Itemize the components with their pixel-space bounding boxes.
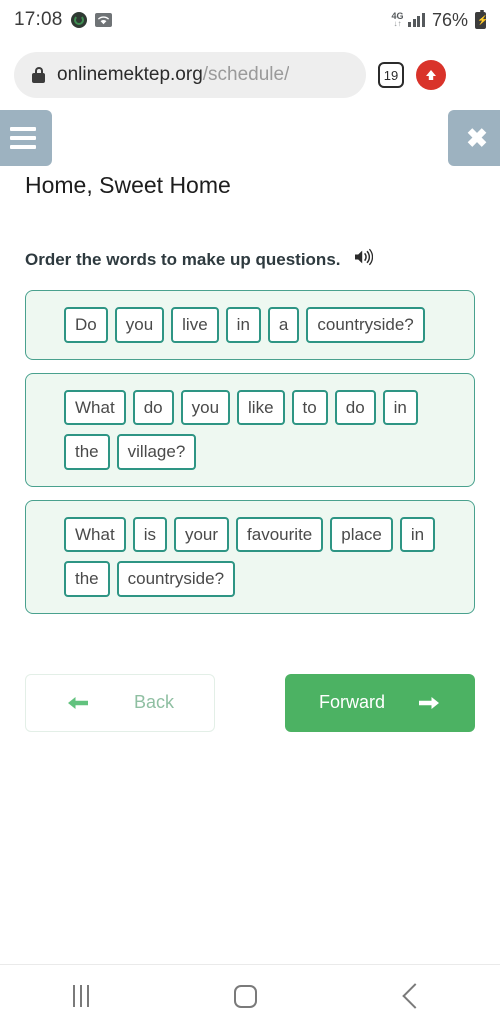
forward-button[interactable]: Forward: [285, 673, 475, 732]
forward-arrow-icon: [415, 695, 441, 711]
task-instruction-row: Order the words to make up questions.: [25, 248, 475, 271]
status-bar-right: 4G ↓↑ 76%: [391, 9, 486, 31]
signal-bars-icon: [408, 13, 425, 27]
word-groups-container: Do you live in a countryside? What do you like to d…: [25, 290, 475, 614]
word-chip[interactable]: to: [291, 389, 328, 426]
word-card: What do you like to do in the village?: [25, 372, 475, 487]
forward-button-label: Forward: [318, 692, 385, 713]
word-chip[interactable]: What: [64, 389, 126, 426]
word-chip[interactable]: the: [64, 434, 110, 470]
word-chip[interactable]: like: [237, 389, 285, 426]
page-title: Home, Sweet Home: [25, 172, 231, 198]
app-header: ✖: [0, 110, 500, 172]
opera-upload-icon[interactable]: [416, 60, 446, 90]
word-chip[interactable]: you: [114, 307, 165, 343]
recents-icon[interactable]: [72, 985, 89, 1007]
url-domain: onlinemektep.org: [57, 64, 203, 85]
url-text: onlinemektep.org/schedule/: [57, 64, 289, 86]
word-chip[interactable]: countryside?: [116, 561, 236, 597]
hamburger-menu-button[interactable]: [0, 110, 52, 166]
android-status-bar: 17:08 4G ↓↑ 76%: [0, 0, 500, 40]
word-chip[interactable]: favourite: [236, 516, 324, 553]
word-chip[interactable]: do: [334, 389, 376, 426]
status-bar-left: 17:08: [14, 9, 112, 31]
speaker-icon[interactable]: [353, 248, 373, 271]
status-bar-clock: 17:08: [14, 9, 63, 30]
back-button[interactable]: Back: [25, 673, 215, 732]
word-chip[interactable]: you: [180, 389, 231, 426]
url-path: /schedule/: [202, 64, 290, 85]
browser-url-bar: onlinemektep.org/schedule/ 19: [0, 40, 500, 110]
word-chip[interactable]: do: [132, 389, 174, 426]
word-chip[interactable]: is: [132, 516, 167, 553]
task-instruction-text: Order the words to make up questions.: [25, 249, 341, 269]
word-chip[interactable]: a: [267, 307, 300, 343]
lesson-content: Home, Sweet Home Order the words to make…: [0, 172, 500, 732]
word-chip-row: What is your favourite place in the countryside…: [64, 516, 460, 597]
network-traffic-arrows: ↓↑: [393, 19, 402, 28]
word-chip[interactable]: the: [64, 561, 110, 597]
word-chip[interactable]: place: [330, 516, 393, 553]
battery-icon: [475, 9, 486, 29]
network-type-icon: 4G ↓↑: [391, 12, 403, 28]
word-chip[interactable]: in: [225, 307, 261, 343]
sync-icon: [70, 12, 87, 28]
back-arrow-icon: [66, 695, 92, 711]
tab-counter-button[interactable]: 19: [378, 62, 404, 88]
address-bar[interactable]: onlinemektep.org/schedule/: [14, 52, 366, 98]
home-icon[interactable]: [233, 984, 257, 1008]
back-icon[interactable]: [401, 983, 428, 1009]
word-chip[interactable]: in: [382, 389, 418, 426]
word-chip-row: Do you live in a countryside?: [64, 307, 460, 343]
close-button[interactable]: ✖: [448, 110, 500, 166]
word-card: Do you live in a countryside?: [25, 290, 475, 360]
word-chip[interactable]: live: [171, 307, 219, 343]
word-chip[interactable]: in: [399, 516, 436, 553]
wifi-icon: [94, 13, 112, 27]
battery-percent-label: 76%: [431, 9, 468, 30]
word-chip-row: What do you like to do in the village?: [64, 389, 460, 470]
navigation-buttons: Back Forward: [25, 673, 475, 732]
back-button-label: Back: [133, 692, 175, 713]
word-chip[interactable]: countryside?: [306, 307, 425, 343]
word-card: What is your favourite place in the countryside…: [25, 499, 475, 614]
android-navigation-bar: [0, 964, 500, 1027]
word-chip[interactable]: Do: [64, 307, 108, 343]
word-chip[interactable]: What: [64, 516, 126, 553]
word-chip[interactable]: village?: [116, 434, 197, 470]
word-chip[interactable]: your: [173, 516, 230, 553]
lock-icon: [32, 67, 45, 83]
